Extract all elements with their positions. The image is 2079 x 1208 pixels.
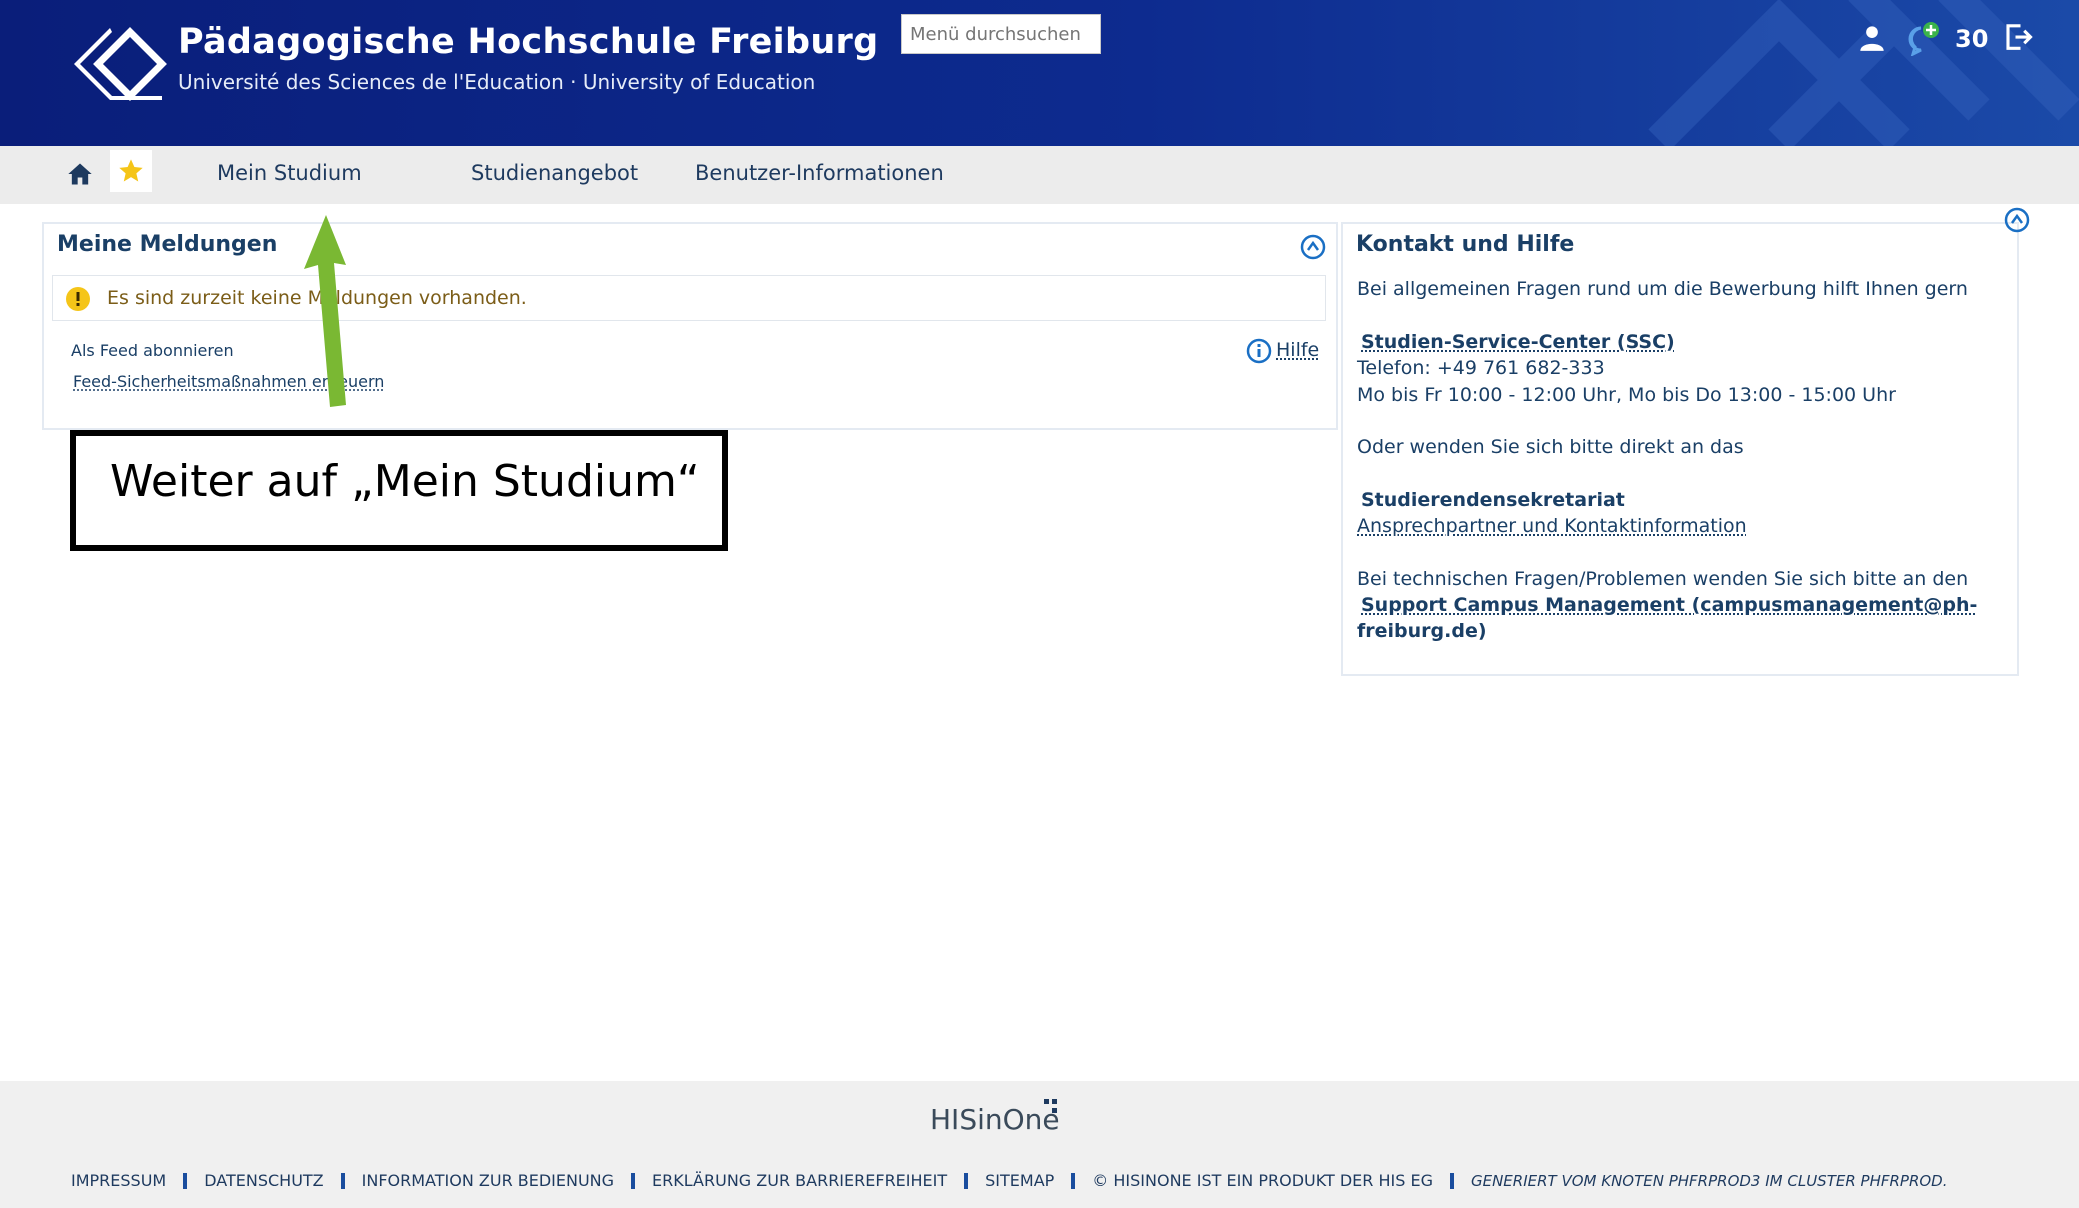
footer-separator [964,1172,969,1189]
menu-search-input[interactable] [901,14,1101,54]
footer-separator [340,1172,345,1189]
footer-separator [631,1172,636,1189]
logout-icon[interactable] [2003,22,2033,52]
logo-diamond-icon[interactable] [70,24,170,104]
annotation-text: Weiter auf „Mein Studium“ [110,456,700,507]
university-subtitle: Université des Sciences de l'Education ·… [178,70,816,94]
help-link[interactable]: Hilfe [1276,339,1319,361]
nav-item-studienangebot[interactable]: Studienangebot [471,161,638,185]
footer-separator [1071,1172,1076,1189]
contact-phone: Telefon: +49 761 682-333 [1357,357,1605,379]
user-icon[interactable] [1858,24,1886,52]
collapse-icon[interactable] [1300,234,1326,260]
favorites-button[interactable] [110,150,152,192]
contact-or-text: Oder wenden Sie sich bitte direkt an das [1357,436,1744,458]
info-message-box: Es sind zurzeit keine Meldungen vorhande… [52,275,1326,321]
secretariat-label: Studierendensekretariat [1361,489,1625,511]
collapse-icon[interactable] [2004,207,2030,233]
chat-add-icon[interactable] [1905,20,1941,56]
footer-links: IMPRESSUM DATENSCHUTZ INFORMATION ZUR BE… [71,1171,1948,1190]
annotation-box: Weiter auf „Mein Studium“ [70,430,728,551]
footer-separator [1449,1172,1454,1189]
tech-support-text: Bei technischen Fragen/Problemen wenden … [1357,568,1969,590]
university-name: Pädagogische Hochschule Freiburg [178,22,879,62]
footer-generated-text: GENERIERT VOM KNOTEN PHFRPROD3 IM CLUSTE… [1470,1171,1948,1190]
site-header: Pädagogische Hochschule Freiburg Univers… [0,0,2079,146]
annotation-arrow-icon [304,215,346,407]
info-icon [66,287,90,311]
footer-copyright[interactable]: © HISINONE IST EIN PRODUKT DER HIS EG [1092,1171,1433,1190]
feed-subscribe-link[interactable]: Als Feed abonnieren [71,341,234,360]
main-navigation: Mein Studium Studienangebot Benutzer-Inf… [0,146,2079,204]
nav-item-benutzer-informationen[interactable]: Benutzer-Informationen [695,161,944,185]
home-icon[interactable] [66,160,94,188]
messages-panel-title: Meine Meldungen [57,232,278,257]
contact-intro: Bei allgemeinen Fragen rund um die Bewer… [1357,278,1968,300]
header-pattern [1648,0,2079,146]
hisinone-logo[interactable]: HISinOne [930,1103,1060,1136]
footer-separator [183,1172,188,1189]
contact-hours: Mo bis Fr 10:00 - 12:00 Uhr, Mo bis Do 1… [1357,384,1896,406]
hisinone-dots-icon [1044,1099,1057,1113]
help-icon[interactable] [1246,338,1272,364]
nav-item-mein-studium[interactable]: Mein Studium [217,161,362,185]
support-link-line2[interactable]: freiburg.de) [1357,618,1487,644]
footer-link-barrierefreiheit[interactable]: ERKLÄRUNG ZUR BARRIEREFREIHEIT [652,1171,947,1190]
ssc-link[interactable]: Studien-Service-Center (SSC) [1361,329,1675,355]
footer-link-bedienung[interactable]: INFORMATION ZUR BEDIENUNG [362,1171,614,1190]
site-footer: HISinOne IMPRESSUM DATENSCHUTZ INFORMATI… [0,1081,2079,1208]
footer-link-datenschutz[interactable]: DATENSCHUTZ [204,1171,323,1190]
star-icon [119,159,143,182]
notification-count[interactable]: 30 [1955,25,1988,53]
support-link-line1[interactable]: Support Campus Management (campusmanagem… [1361,592,1977,618]
footer-link-sitemap[interactable]: SITEMAP [985,1171,1054,1190]
footer-link-impressum[interactable]: IMPRESSUM [71,1171,166,1190]
contact-panel-title: Kontakt und Hilfe [1356,232,1575,257]
contact-info-link[interactable]: Ansprechpartner und Kontaktinformation [1357,513,1747,539]
